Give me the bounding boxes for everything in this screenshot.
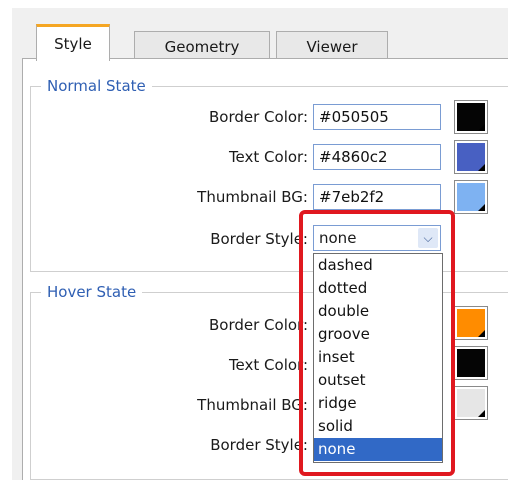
- dropdown-corner-icon: [478, 410, 485, 417]
- hover-thumbnail-bg-picker[interactable]: [454, 386, 488, 420]
- normal-border-color-picker[interactable]: [454, 100, 488, 134]
- dropdown-corner-icon: [478, 370, 485, 377]
- normal-text-color-label: Text Color:: [228, 148, 308, 166]
- normal-thumbnail-bg-label: Thumbnail BG:: [197, 188, 308, 206]
- normal-text-color-swatch: [457, 143, 485, 171]
- option-groove[interactable]: groove: [314, 323, 442, 346]
- tab-viewer[interactable]: Viewer: [276, 31, 388, 61]
- normal-thumbnail-bg-picker[interactable]: [454, 180, 488, 214]
- normal-border-color-swatch: [457, 103, 485, 131]
- tab-geometry-label: Geometry: [164, 38, 240, 56]
- tab-geometry[interactable]: Geometry: [134, 31, 270, 61]
- normal-thumbnail-bg-swatch: [457, 183, 485, 211]
- hover-border-style-label: Border Style:: [210, 436, 308, 454]
- normal-text-color-picker[interactable]: [454, 140, 488, 174]
- hover-state-legend: Hover State: [41, 283, 143, 301]
- normal-border-style-label: Border Style:: [210, 230, 308, 248]
- tab-viewer-label: Viewer: [306, 38, 358, 56]
- hover-thumbnail-bg-label: Thumbnail BG:: [197, 396, 308, 414]
- dropdown-corner-icon: [478, 204, 485, 211]
- dropdown-corner-icon: [478, 164, 485, 171]
- normal-state-legend: Normal State: [41, 77, 152, 95]
- tab-style[interactable]: Style: [36, 24, 110, 61]
- normal-text-color-input[interactable]: #4860c2: [313, 144, 441, 170]
- option-dashed[interactable]: dashed: [314, 254, 442, 277]
- dropdown-corner-icon: [478, 124, 485, 131]
- hover-thumbnail-bg-swatch: [457, 389, 485, 417]
- option-solid[interactable]: solid: [314, 415, 442, 438]
- option-double[interactable]: double: [314, 300, 442, 323]
- dropdown-corner-icon: [478, 330, 485, 337]
- hover-border-color-picker[interactable]: [454, 306, 488, 340]
- hover-text-color-swatch: [457, 349, 485, 377]
- border-style-dropdown-list: dashed dotted double groove inset outset…: [313, 253, 443, 463]
- option-none[interactable]: none: [314, 438, 442, 461]
- hover-text-color-label: Text Color:: [228, 356, 308, 374]
- normal-border-color-input[interactable]: #050505: [313, 104, 441, 130]
- option-dotted[interactable]: dotted: [314, 277, 442, 300]
- hover-border-color-label: Border Color:: [208, 316, 308, 334]
- hover-border-color-swatch: [457, 309, 485, 337]
- normal-thumbnail-bg-input[interactable]: #7eb2f2: [313, 184, 441, 210]
- option-outset[interactable]: outset: [314, 369, 442, 392]
- hover-text-color-picker[interactable]: [454, 346, 488, 380]
- border-style-value: none: [319, 229, 357, 247]
- tab-style-label: Style: [54, 35, 92, 53]
- border-style-select[interactable]: none ⌵: [313, 225, 441, 251]
- normal-border-color-label: Border Color:: [208, 108, 308, 126]
- option-ridge[interactable]: ridge: [314, 392, 442, 415]
- chevron-down-icon[interactable]: ⌵: [418, 228, 438, 248]
- option-inset[interactable]: inset: [314, 346, 442, 369]
